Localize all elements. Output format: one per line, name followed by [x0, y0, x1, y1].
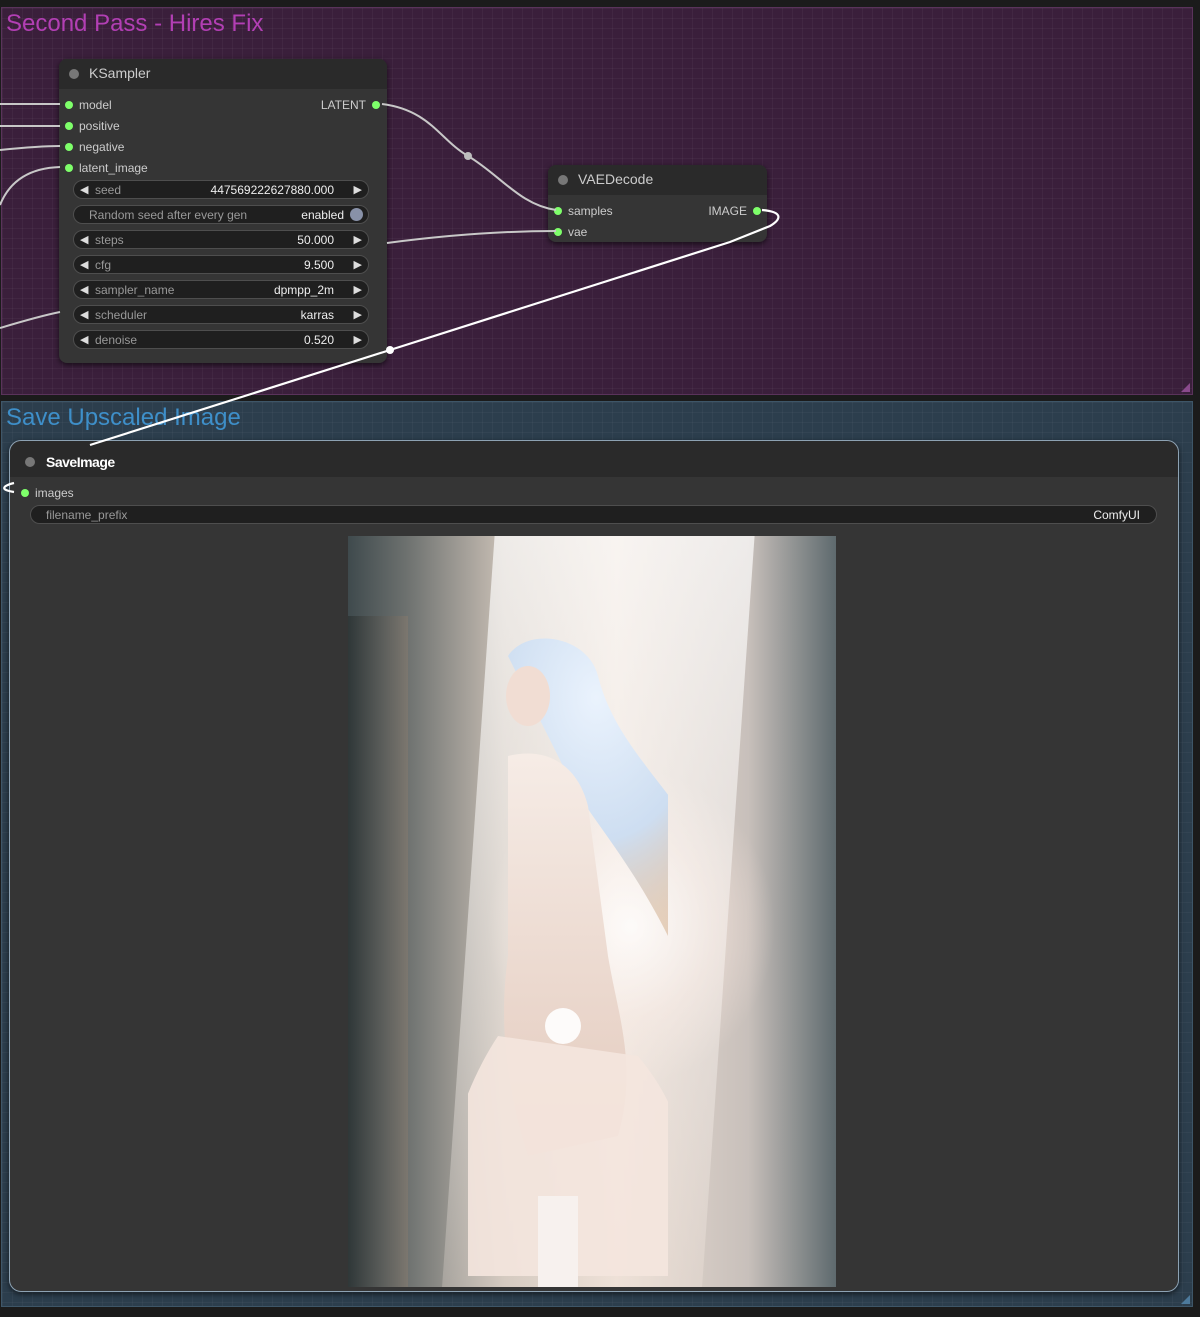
slot-dot-icon[interactable]: [65, 101, 73, 109]
increment-arrow-icon[interactable]: ▶: [354, 283, 362, 296]
cfg-widget[interactable]: ◀ cfg 9.500 ▶: [73, 255, 369, 274]
decrement-arrow-icon[interactable]: ◀: [80, 308, 88, 321]
node-header[interactable]: KSampler: [59, 59, 387, 89]
increment-arrow-icon[interactable]: ▶: [354, 183, 362, 196]
group-title-hires[interactable]: Second Pass - Hires Fix: [6, 10, 263, 38]
decrement-arrow-icon[interactable]: ◀: [80, 333, 88, 346]
increment-arrow-icon[interactable]: ▶: [354, 258, 362, 271]
node-title: VAEDecode: [578, 171, 654, 187]
input-slot-latent-image[interactable]: latent_image: [65, 161, 148, 175]
slot-dot-icon[interactable]: [753, 207, 761, 215]
random-seed-toggle[interactable]: Random seed after every gen enabled: [73, 205, 369, 224]
increment-arrow-icon[interactable]: ▶: [354, 233, 362, 246]
ksampler-node[interactable]: KSampler model positive negative latent_…: [59, 59, 387, 363]
collapse-dot-icon[interactable]: [25, 457, 35, 467]
decrement-arrow-icon[interactable]: ◀: [80, 233, 88, 246]
group-resize-handle[interactable]: [1181, 383, 1190, 392]
increment-arrow-icon[interactable]: ▶: [354, 308, 362, 321]
input-slot-vae[interactable]: vae: [554, 225, 587, 239]
seed-widget[interactable]: ◀ seed 447569222627880.000 ▶: [73, 180, 369, 199]
denoise-widget[interactable]: ◀ denoise 0.520 ▶: [73, 330, 369, 349]
slot-dot-icon[interactable]: [554, 228, 562, 236]
input-slot-model[interactable]: model: [65, 98, 112, 112]
input-slot-positive[interactable]: positive: [65, 119, 120, 133]
increment-arrow-icon[interactable]: ▶: [354, 333, 362, 346]
decrement-arrow-icon[interactable]: ◀: [80, 258, 88, 271]
scheduler-widget[interactable]: ◀ scheduler karras ▶: [73, 305, 369, 324]
slot-dot-icon[interactable]: [21, 489, 29, 497]
collapse-dot-icon[interactable]: [558, 175, 568, 185]
steps-widget[interactable]: ◀ steps 50.000 ▶: [73, 230, 369, 249]
node-title: SaveImage: [46, 454, 115, 470]
slot-dot-icon[interactable]: [65, 122, 73, 130]
group-resize-handle[interactable]: [1181, 1295, 1190, 1304]
output-slot-latent[interactable]: LATENT: [321, 98, 380, 112]
decrement-arrow-icon[interactable]: ◀: [80, 183, 88, 196]
input-slot-samples[interactable]: samples: [554, 204, 613, 218]
toggle-knob-icon[interactable]: [350, 208, 363, 221]
group-title-save[interactable]: Save Upscaled Image: [6, 404, 241, 432]
output-slot-image[interactable]: IMAGE: [708, 204, 761, 218]
slot-dot-icon[interactable]: [372, 101, 380, 109]
vaedecode-node[interactable]: VAEDecode samples vae IMAGE: [548, 165, 767, 242]
output-image-preview[interactable]: [348, 536, 836, 1287]
filename-prefix-field[interactable]: filename_prefix ComfyUI: [30, 505, 1157, 524]
figure-silhouette: [468, 638, 668, 1287]
input-slot-negative[interactable]: negative: [65, 140, 124, 154]
input-slot-images[interactable]: images: [21, 486, 74, 500]
slot-dot-icon[interactable]: [554, 207, 562, 215]
collapse-dot-icon[interactable]: [69, 69, 79, 79]
stone-pillar: [348, 616, 408, 1287]
slot-dot-icon[interactable]: [65, 143, 73, 151]
decrement-arrow-icon[interactable]: ◀: [80, 283, 88, 296]
sampler-name-widget[interactable]: ◀ sampler_name dpmpp_2m ▶: [73, 280, 369, 299]
node-title: KSampler: [89, 65, 151, 81]
slot-dot-icon[interactable]: [65, 164, 73, 172]
node-header[interactable]: SaveImage: [10, 441, 1178, 477]
node-header[interactable]: VAEDecode: [548, 165, 767, 195]
